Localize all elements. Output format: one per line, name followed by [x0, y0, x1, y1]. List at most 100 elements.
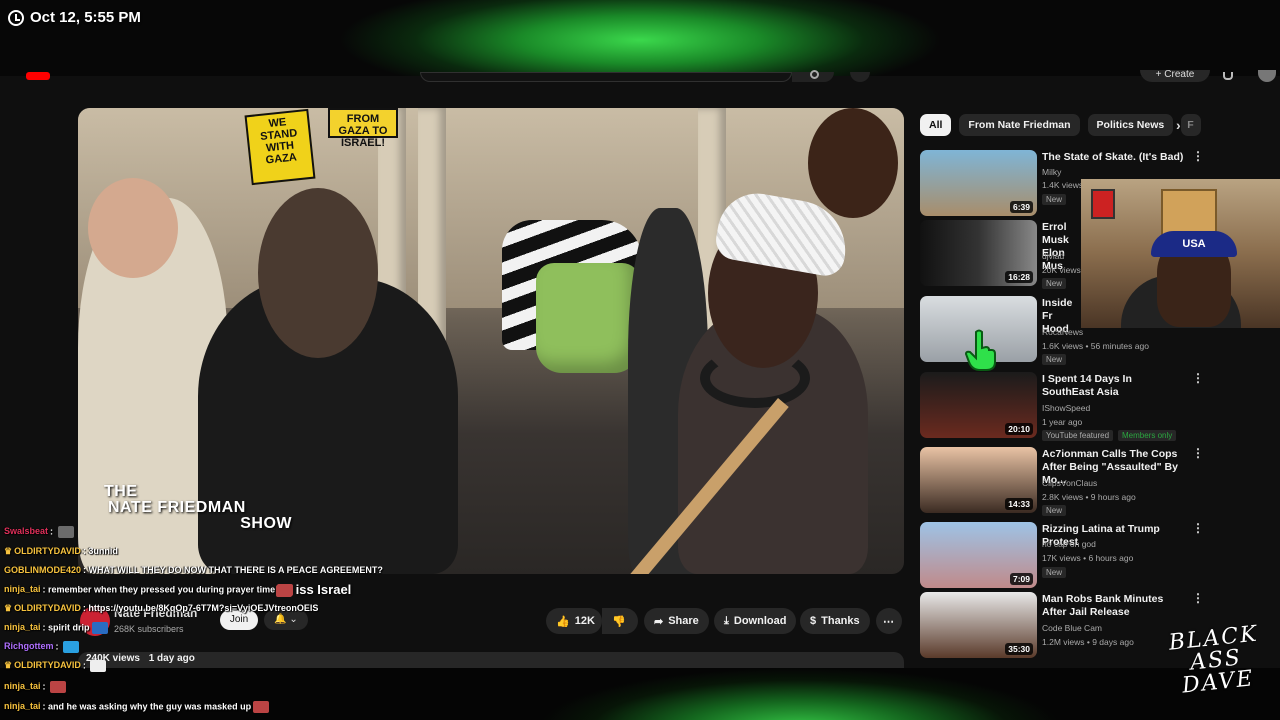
video-channel[interactable]: ClipsVonClaus	[1042, 478, 1097, 488]
video-channel[interactable]: Milky	[1042, 167, 1061, 177]
thumbs-down-icon: 👎	[612, 615, 626, 628]
video-thumbnail[interactable]: 7:09	[920, 522, 1037, 588]
chat-username[interactable]: ninja_tai	[4, 584, 41, 594]
more-actions-button[interactable]: ⋯	[876, 608, 902, 634]
chat-separator: :	[55, 641, 61, 652]
like-count: 12K	[574, 615, 595, 627]
clock-text: Oct 12, 5:55 PM	[30, 9, 141, 26]
more-options-icon[interactable]: ⋮	[1192, 522, 1204, 534]
video-title[interactable]: I Spent 14 Days In SouthEast Asia	[1042, 373, 1186, 399]
video-player[interactable]: WE STAND WITH GAZA FROM GAZA TO ISRAEL! …	[78, 108, 904, 574]
chat-emote	[276, 584, 292, 597]
watermark-line-1: THE	[104, 483, 138, 500]
share-label: Share	[668, 615, 699, 627]
video-meta: 2.8K views • 9 hours ago	[1042, 492, 1136, 502]
create-button[interactable]: + Create	[1140, 70, 1210, 82]
chat-message: ninja_tai: spirit drip	[4, 622, 108, 634]
video-thumbnail[interactable]: 35:30	[920, 592, 1037, 658]
chat-username[interactable]: GOBLINMODE420	[4, 565, 81, 575]
voice-search-icon[interactable]	[850, 72, 870, 82]
share-button[interactable]: ➦ Share	[644, 608, 709, 634]
more-options-icon[interactable]: ⋮	[1192, 592, 1204, 604]
download-button[interactable]: ⤓ Download	[714, 608, 797, 634]
video-duration: 35:30	[1005, 643, 1033, 655]
video-thumbnail[interactable]: 14:33	[920, 447, 1037, 513]
recommendation-item[interactable]: 14:33 Ac7ionman Calls The Cops After Bei…	[920, 447, 1220, 516]
chat-emote	[63, 641, 79, 653]
recommendation-item[interactable]: 7:09 Rizzing Latina at Trump Protest no …	[920, 522, 1220, 588]
video-meta: 1.2M views • 9 days ago	[1042, 637, 1134, 647]
chat-username[interactable]: OLDIRTYDAVID	[14, 603, 81, 613]
thanks-button[interactable]: $ Thanks	[800, 608, 870, 634]
chat-text: spirit drip	[48, 622, 90, 633]
video-channel[interactable]: no cap on god	[1042, 539, 1096, 549]
search-icon[interactable]	[810, 70, 819, 79]
streamer-webcam: USA	[1081, 179, 1280, 328]
recommendation-chips: All From Nate Friedman Politics News F	[920, 114, 1202, 136]
video-duration: 6:39	[1009, 201, 1033, 213]
crown-icon: ♛	[4, 603, 13, 613]
more-options-icon[interactable]: ⋮	[1192, 447, 1204, 459]
members-only-badge: Members only	[1118, 430, 1177, 441]
account-avatar[interactable]	[1258, 70, 1276, 82]
video-channel[interactable]: IShowSpeed	[1042, 403, 1090, 413]
description-box[interactable]	[78, 652, 904, 668]
video-thumbnail[interactable]: 20:10	[920, 372, 1037, 438]
chat-message: ninja_tai:	[4, 681, 67, 693]
chat-emote	[253, 701, 270, 713]
new-badge: New	[1042, 278, 1067, 289]
person-left-head	[88, 178, 178, 278]
dislike-button[interactable]: 👎	[602, 608, 638, 634]
video-meta: 1.6K views • 56 minutes ago	[1042, 341, 1149, 351]
video-channel[interactable]: Code Blue Cam	[1042, 623, 1102, 633]
protest-sign: WE STAND WITH GAZA	[244, 108, 316, 186]
chat-message: GOBLINMODE420: WHAT WILL THEY DO NOW THA…	[4, 565, 383, 575]
chat-text: remember when they pressed you during pr…	[48, 584, 276, 595]
chat-message: ninja_tai: and he was asking why the guy…	[4, 701, 270, 713]
chat-username[interactable]: ninja_tai	[4, 622, 41, 632]
interviewer-hair	[258, 188, 378, 358]
chat-username[interactable]: ninja_tai	[4, 681, 41, 691]
video-channel[interactable]: RocaNews	[1042, 327, 1083, 337]
chat-emote	[91, 622, 108, 634]
new-badge: New	[1042, 194, 1067, 205]
chat-message: Richgottem:	[4, 641, 79, 653]
featured-badge: YouTube featured	[1042, 430, 1114, 441]
chat-separator: :	[50, 526, 56, 537]
more-options-icon[interactable]: ⋮	[1192, 150, 1204, 162]
chat-message: ♛ OLDIRTYDAVID: 3unnid	[4, 546, 118, 557]
thanks-icon: $	[810, 615, 817, 627]
video-title[interactable]: The State of Skate. (It's Bad)	[1042, 151, 1186, 164]
chip-politics-news[interactable]: Politics News	[1087, 114, 1174, 136]
crown-icon: ♛	[4, 546, 13, 556]
chevron-right-icon[interactable]: ›	[1176, 118, 1188, 132]
video-thumbnail[interactable]: 6:39	[920, 150, 1037, 216]
search-input[interactable]	[420, 72, 792, 82]
chat-username[interactable]: OLDIRTYDAVID	[14, 660, 81, 670]
chat-username[interactable]: ninja_tai	[4, 701, 41, 711]
chat-username[interactable]: OLDIRTYDAVID	[14, 546, 81, 556]
webcam-hat: USA	[1151, 231, 1237, 257]
recommendation-item[interactable]: 20:10 I Spent 14 Days In SouthEast Asia …	[920, 372, 1220, 441]
video-channel[interactable]: djvlad	[1042, 251, 1064, 261]
chat-username[interactable]: Richgottem	[4, 641, 54, 651]
notifications-bell-icon[interactable]	[1223, 72, 1233, 80]
more-options-icon[interactable]: ⋮	[1192, 372, 1204, 384]
video-duration: 20:10	[1005, 423, 1033, 435]
video-duration: 16:28	[1005, 271, 1033, 283]
overlay-fragment-text: iss Israel	[295, 582, 352, 597]
watermark-line-2: NATE FRIEDMAN	[108, 499, 246, 516]
download-label: Download	[733, 615, 787, 627]
like-button[interactable]: 👍 12K	[546, 608, 602, 634]
chip-from-nate-friedman[interactable]: From Nate Friedman	[959, 114, 1080, 136]
video-title[interactable]: Man Robs Bank Minutes After Jail Release	[1042, 593, 1186, 619]
protest-sign: FROM GAZA TO ISRAEL!	[328, 108, 398, 149]
green-nebula-background-top	[0, 0, 1280, 76]
video-thumbnail[interactable]: 16:28	[920, 220, 1037, 286]
youtube-logo[interactable]	[26, 72, 50, 80]
chip-all[interactable]: All	[920, 114, 952, 136]
chat-text: and he was asking why the guy was masked…	[48, 701, 252, 712]
youtube-topbar: + Create	[0, 70, 1280, 88]
stream-screen: Oct 12, 5:55 PM + Create WE STAND WITH G…	[0, 0, 1280, 720]
chat-username[interactable]: Swalsbeat	[4, 526, 48, 536]
